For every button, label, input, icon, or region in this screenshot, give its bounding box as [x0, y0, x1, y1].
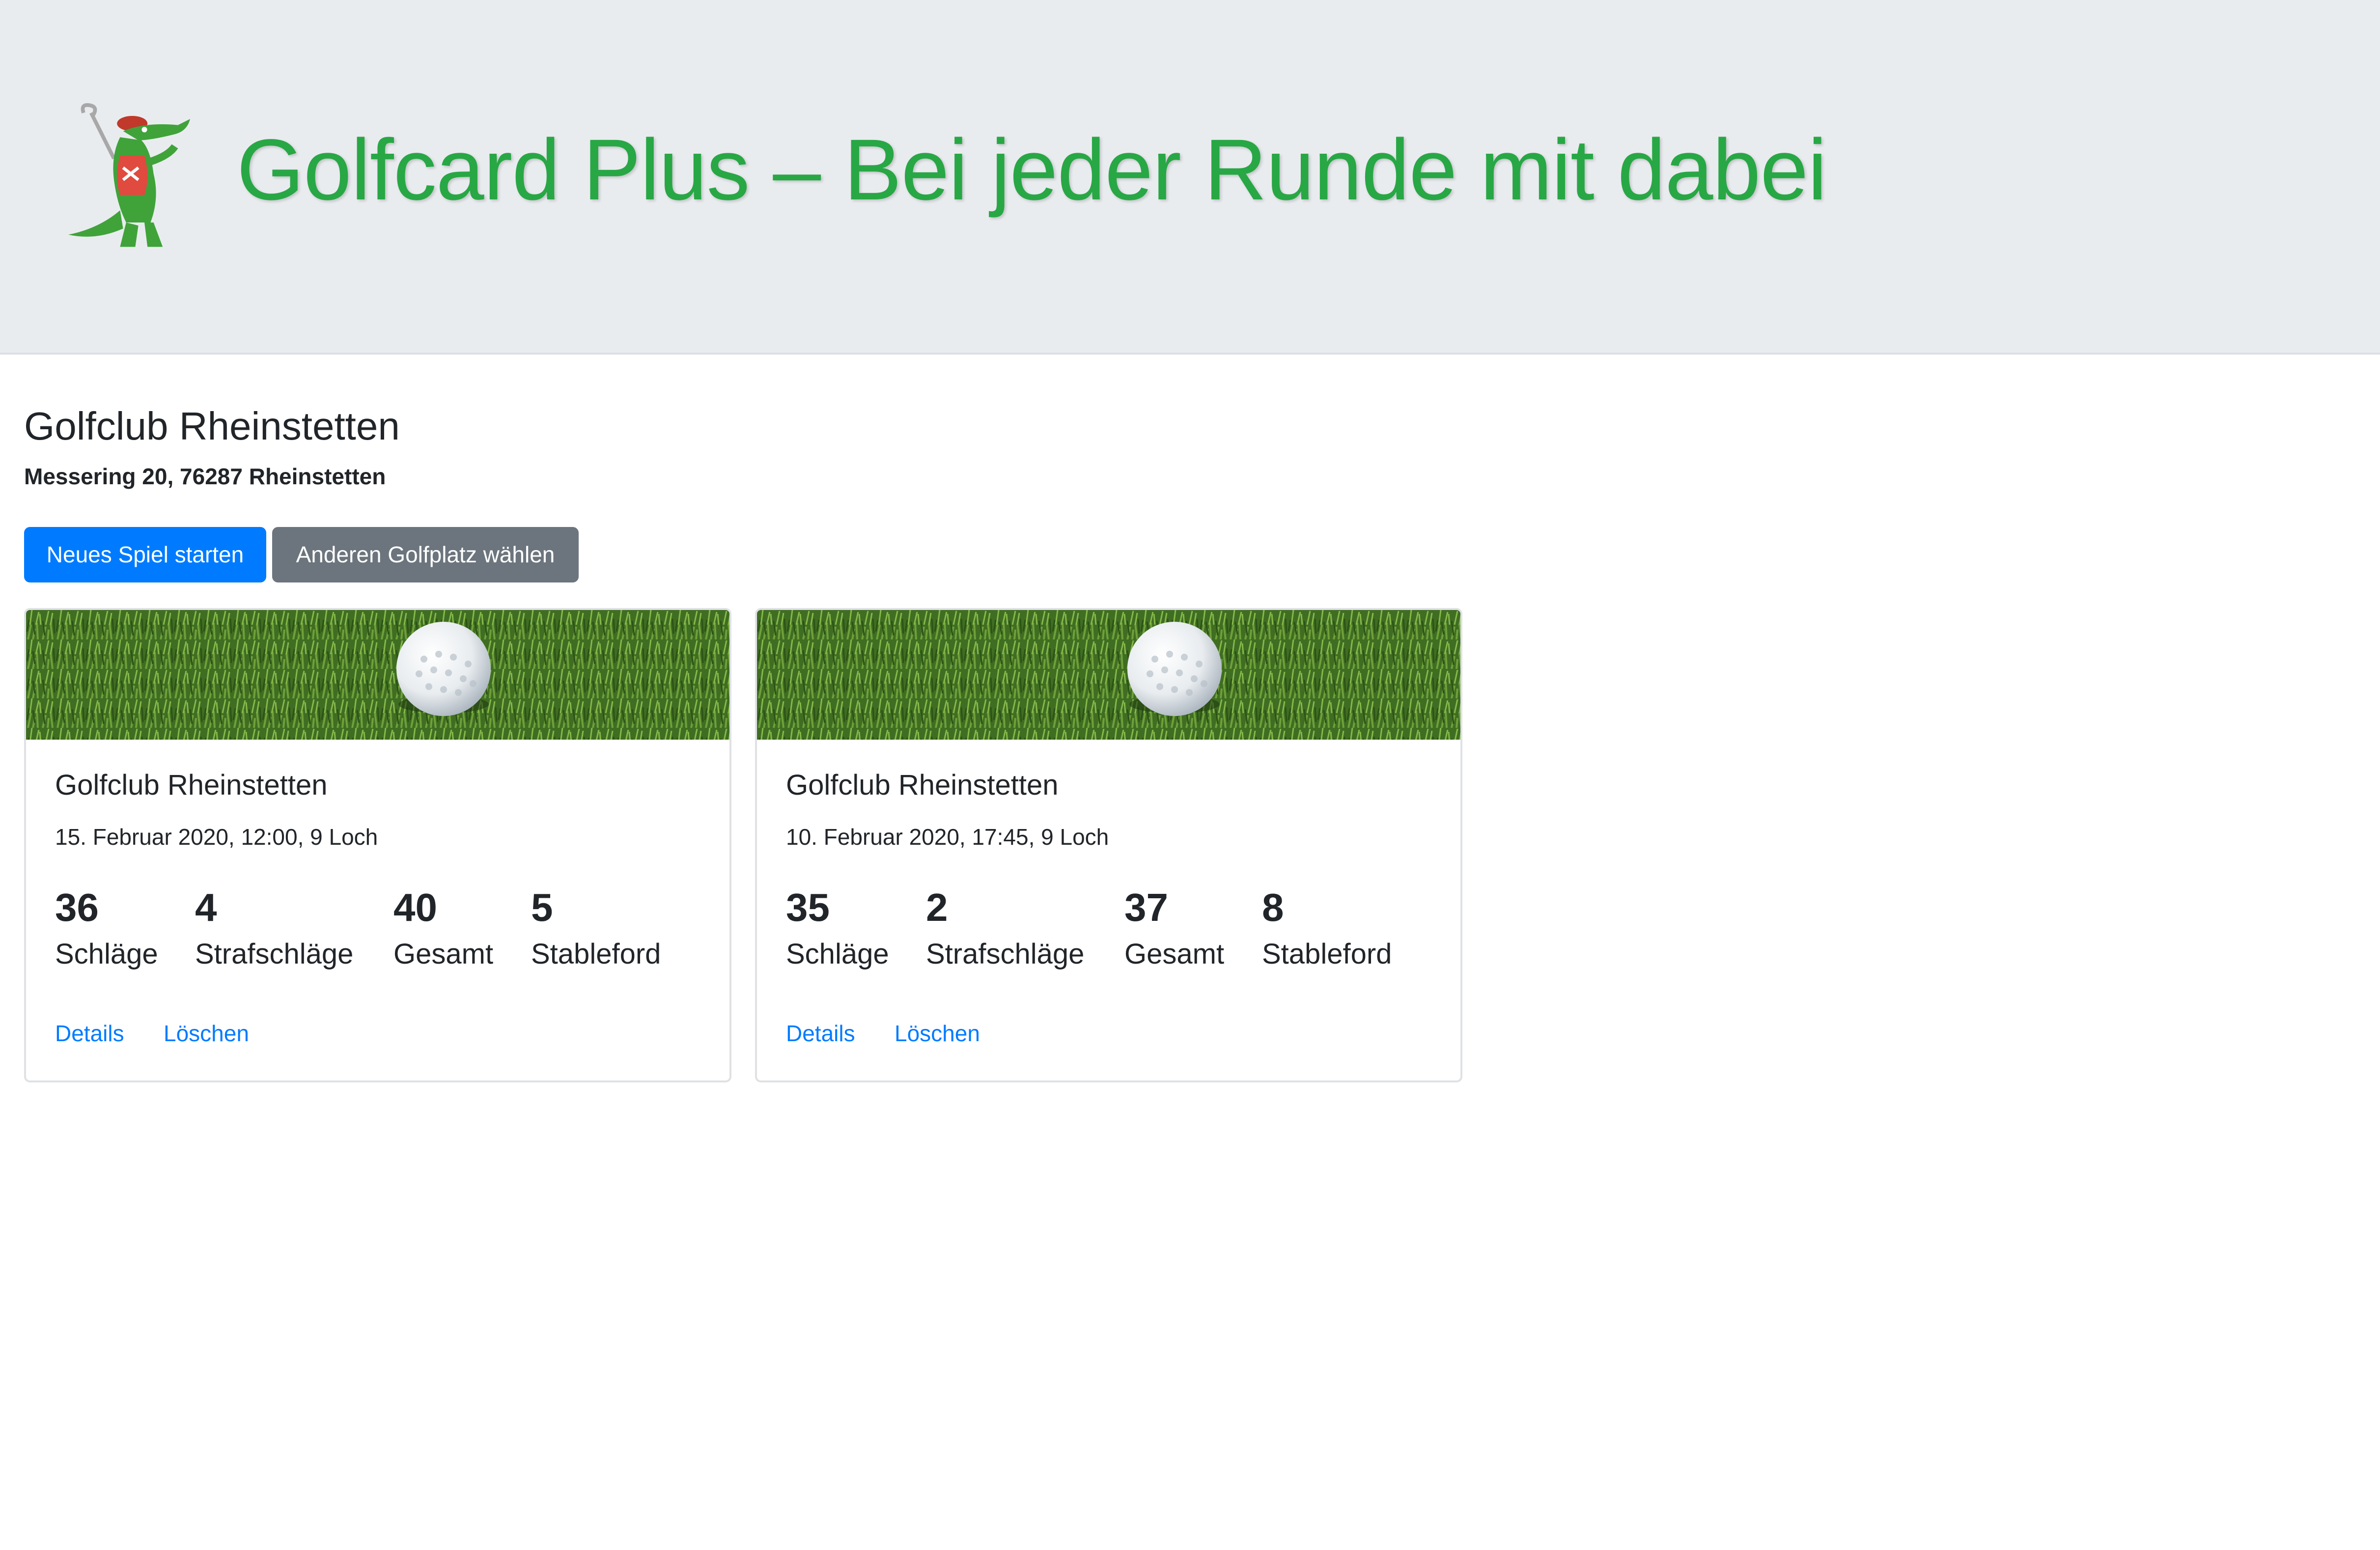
strokes-label: Schläge — [55, 938, 158, 970]
choose-course-button[interactable]: Anderen Golfplatz wählen — [272, 527, 579, 582]
app-title: Golfcard Plus – Bei jeder Runde mit dabe… — [237, 122, 1827, 218]
total-label: Gesamt — [1124, 938, 1225, 970]
round-date: 15. Februar 2020, 12:00, 9 Loch — [55, 824, 378, 850]
strokes-label: Schläge — [786, 938, 889, 970]
club-address: Messering 20, 76287 Rheinstetten — [24, 464, 386, 489]
round-card: Golfclub Rheinstetten 10. Februar 2020, … — [755, 608, 1462, 1082]
penalties-value: 2 — [926, 886, 948, 929]
penalties-value: 4 — [195, 886, 217, 929]
stableford-value: 5 — [531, 886, 553, 929]
penalties-label: Strafschläge — [195, 938, 354, 970]
penalties-label: Strafschläge — [926, 938, 1085, 970]
round-card: Golfclub Rheinstetten 15. Februar 2020, … — [24, 608, 731, 1082]
crocodile-golfer-mascot-icon — [68, 103, 190, 247]
round-date: 10. Februar 2020, 17:45, 9 Loch — [786, 824, 1109, 850]
round-club-name: Golfclub Rheinstetten — [55, 769, 328, 801]
round-club-name: Golfclub Rheinstetten — [786, 769, 1059, 801]
delete-link[interactable]: Löschen — [164, 1020, 249, 1047]
delete-link[interactable]: Löschen — [895, 1020, 980, 1047]
stableford-label: Stableford — [531, 938, 661, 970]
stableford-value: 8 — [1262, 886, 1284, 929]
total-value: 37 — [1124, 886, 1168, 929]
strokes-value: 35 — [786, 886, 830, 929]
header-jumbotron: Golfcard Plus – Bei jeder Runde mit dabe… — [0, 0, 2380, 355]
total-label: Gesamt — [393, 938, 494, 970]
golf-ball-on-grass-icon — [757, 610, 1460, 740]
club-name: Golfclub Rheinstetten — [24, 404, 400, 448]
details-link[interactable]: Details — [55, 1020, 124, 1047]
strokes-value: 36 — [55, 886, 99, 929]
stableford-label: Stableford — [1262, 938, 1392, 970]
golf-ball-on-grass-icon — [26, 610, 729, 740]
new-game-button[interactable]: Neues Spiel starten — [24, 527, 266, 582]
total-value: 40 — [393, 886, 437, 929]
details-link[interactable]: Details — [786, 1020, 855, 1047]
